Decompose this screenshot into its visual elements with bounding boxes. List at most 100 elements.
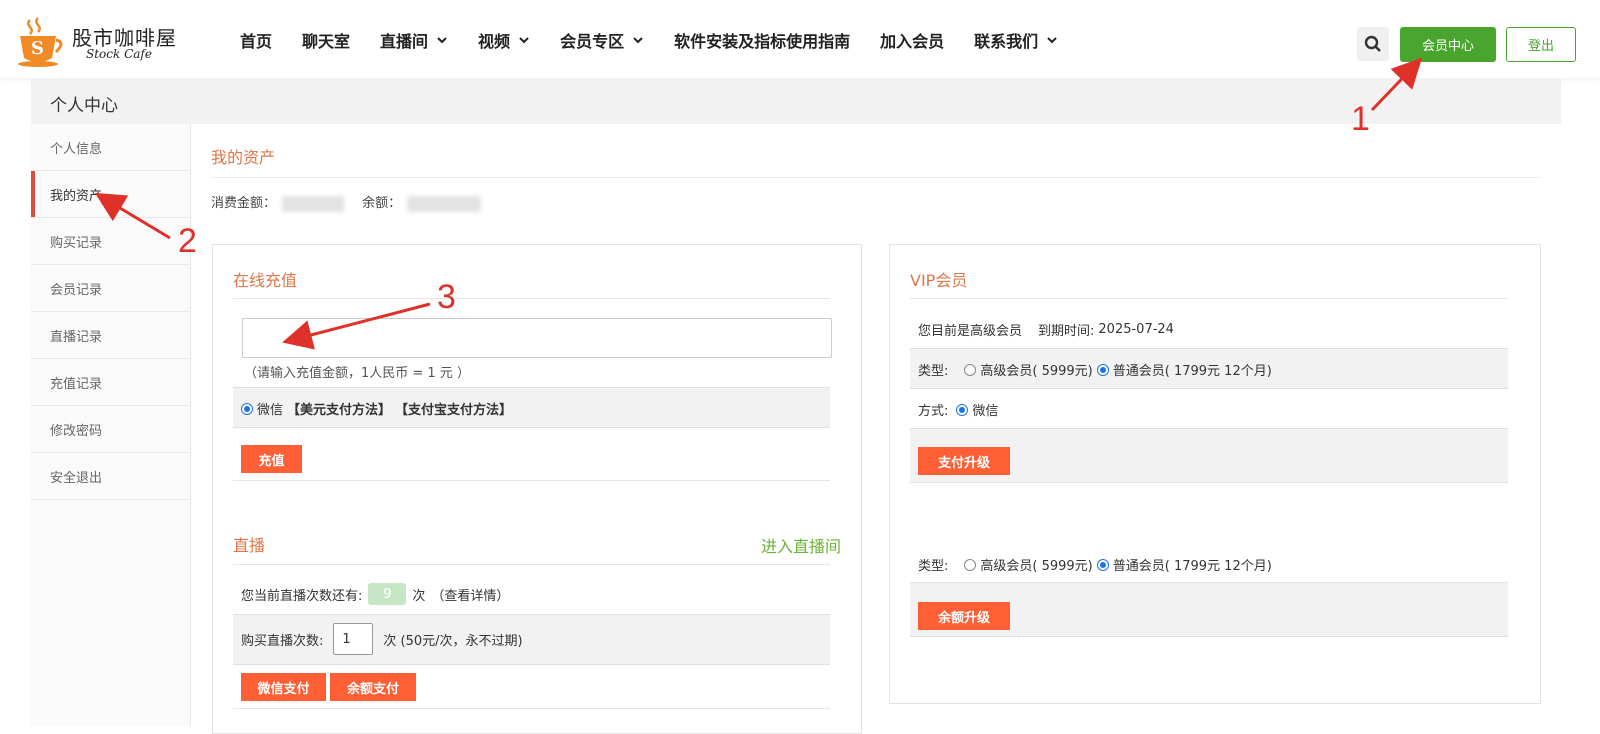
nav-item-live-room[interactable]: 直播间 [380, 28, 448, 52]
assets-summary: 消费金额： 余额： [211, 192, 495, 212]
logout-button[interactable]: 登出 [1506, 27, 1576, 62]
page-title: 个人中心 [50, 96, 118, 116]
live-remaining-count: 9 [368, 583, 407, 605]
spent-value-redacted [282, 195, 345, 212]
nav-label: 首页 [240, 32, 273, 51]
senior-member-radio[interactable] [964, 363, 977, 376]
sidebar-item-personal-info[interactable]: 个人信息 [31, 124, 190, 171]
divider [233, 480, 830, 481]
vip-type-options: 类型: 高级会员( 5999元) 普通会员( 1799元 12个月) [918, 360, 1272, 379]
balance-label: 余额： [362, 196, 402, 211]
buy-live-label: 购买直播次数: [241, 633, 324, 649]
method-label: 方式: [918, 404, 949, 419]
sidebar-item-member-records[interactable]: 会员记录 [31, 265, 190, 312]
sidebar-item-recharge-records[interactable]: 充值记录 [31, 359, 190, 406]
sidebar-item-logout[interactable]: 安全退出 [31, 453, 190, 500]
nav-label: 直播间 [380, 32, 429, 51]
type-label: 类型: [918, 364, 949, 379]
payment-method-options: 微信 【美元支付方法】 【支付宝支付方法】 [241, 399, 512, 418]
top-header: S 股市咖啡屋 Stock Cafe 首页 聊天室 直播间 视频 会员专区 软件… [0, 0, 1600, 78]
nav-label: 会员专区 [560, 32, 625, 51]
chevron-down-icon [633, 37, 643, 44]
view-details-link[interactable]: （查看详情） [431, 585, 509, 604]
wechat-label: 微信 [257, 403, 284, 418]
vip-title: VIP会员 [910, 271, 968, 290]
balance-value-redacted [407, 195, 482, 212]
sidebar-item-my-assets[interactable]: 我的资产 [31, 171, 190, 218]
nav-label: 加入会员 [880, 32, 945, 51]
nav-label: 软件安装及指标使用指南 [674, 32, 851, 51]
sidebar-item-label: 直播记录 [50, 329, 103, 345]
expire-label: 到期时间: [1038, 324, 1095, 339]
recharge-amount-input[interactable] [242, 318, 832, 358]
sidebar-item-live-records[interactable]: 直播记录 [31, 312, 190, 359]
sidebar-item-label: 修改密码 [50, 423, 103, 439]
divider [233, 708, 830, 709]
nav-item-software-guide[interactable]: 软件安装及指标使用指南 [674, 28, 850, 52]
nav-item-video[interactable]: 视频 [478, 28, 530, 52]
live-title: 直播 [233, 536, 266, 555]
buy-live-controls: 购买直播次数: 1 次 (50元/次，永不过期) [241, 623, 523, 655]
normal-member-label: 普通会员( 1799元 12个月) [1112, 559, 1272, 574]
normal-member-radio[interactable] [1096, 363, 1109, 376]
vip-status-text: 您目前是高级会员 [918, 324, 1023, 339]
assets-title: 我的资产 [211, 148, 276, 167]
live-remaining-suffix: 次 [412, 588, 426, 604]
member-center-button[interactable]: 会员中心 [1400, 27, 1496, 62]
normal-member-label: 普通会员( 1799元 12个月) [1112, 364, 1272, 379]
senior-member-radio[interactable] [964, 558, 977, 571]
sidebar-item-label: 会员记录 [50, 282, 103, 298]
main-content: 我的资产 消费金额： 余额： 在线充值 （请输入充值金额，1人民币 = 1 元 … [211, 124, 1541, 734]
alipay-payment-link[interactable]: 【支付宝支付方法】 [395, 399, 512, 418]
coffee-cup-logo-icon: S [18, 17, 63, 67]
sidebar-item-purchase-records[interactable]: 购买记录 [31, 218, 190, 265]
chevron-down-icon [519, 37, 529, 44]
nav-label: 聊天室 [302, 32, 351, 51]
nav-item-join-member[interactable]: 加入会员 [880, 28, 944, 52]
chevron-down-icon [1047, 37, 1057, 44]
nav-item-member-zone[interactable]: 会员专区 [560, 28, 644, 52]
wechat-method-radio[interactable] [956, 403, 969, 416]
vip-panel: VIP会员 您目前是高级会员 到期时间: 2025-07-24 类型: 高级会员… [889, 244, 1541, 704]
sidebar-item-label: 个人信息 [50, 141, 103, 157]
vip-type-options-2: 类型: 高级会员( 5999元) 普通会员( 1799元 12个月) [918, 555, 1272, 574]
annotation-number-1: 1 [1351, 100, 1370, 138]
sidebar-item-label: 我的资产 [50, 188, 103, 204]
search-button[interactable] [1357, 27, 1389, 61]
divider [233, 564, 830, 565]
wechat-pay-button[interactable]: 微信支付 [241, 673, 326, 701]
divider [910, 298, 1508, 299]
chevron-down-icon [437, 37, 447, 44]
usd-payment-link[interactable]: 【美元支付方法】 [287, 399, 391, 418]
sidebar-item-label: 充值记录 [50, 376, 103, 392]
nav-item-home[interactable]: 首页 [240, 28, 272, 52]
balance-pay-button[interactable]: 余额支付 [330, 673, 416, 701]
vip-status: 您目前是高级会员 到期时间: 2025-07-24 [918, 320, 1174, 339]
search-icon [1364, 35, 1381, 52]
divider [233, 298, 830, 299]
wechat-radio[interactable] [241, 402, 253, 415]
page-title-bar: 个人中心 [31, 79, 1561, 124]
nav-item-contact[interactable]: 联系我们 [974, 28, 1058, 52]
normal-member-radio[interactable] [1096, 558, 1109, 571]
site-logo[interactable]: S 股市咖啡屋 Stock Cafe [16, 16, 176, 70]
sidebar-item-label: 购买记录 [50, 235, 103, 251]
live-quantity-input[interactable]: 1 [333, 623, 374, 655]
logo-letter: S [31, 38, 44, 59]
recharge-hint: （请输入充值金额，1人民币 = 1 元 ） [244, 366, 470, 381]
balance-upgrade-button[interactable]: 余额升级 [918, 602, 1010, 630]
senior-member-label: 高级会员( 5999元) [980, 364, 1093, 379]
recharge-title: 在线充值 [233, 271, 298, 290]
sidebar-item-change-password[interactable]: 修改密码 [31, 406, 190, 453]
nav-label: 视频 [478, 32, 511, 51]
recharge-button[interactable]: 充值 [241, 445, 302, 473]
vip-method: 方式: 微信 [918, 400, 998, 419]
buy-live-suffix: 次 (50元/次，永不过期) [383, 633, 523, 649]
pay-upgrade-button[interactable]: 支付升级 [918, 447, 1010, 475]
nav-item-chatroom[interactable]: 聊天室 [302, 28, 350, 52]
annotation-number-2: 2 [178, 222, 197, 260]
brand-name-en: Stock Cafe [86, 47, 152, 61]
main-nav: 首页 聊天室 直播间 视频 会员专区 软件安装及指标使用指南 加入会员 联系我们 [240, 28, 1088, 52]
sidebar: 个人信息 我的资产 购买记录 会员记录 直播记录 充值记录 修改密码 安全退出 [31, 124, 191, 726]
enter-live-room-link[interactable]: 进入直播间 [761, 533, 841, 557]
